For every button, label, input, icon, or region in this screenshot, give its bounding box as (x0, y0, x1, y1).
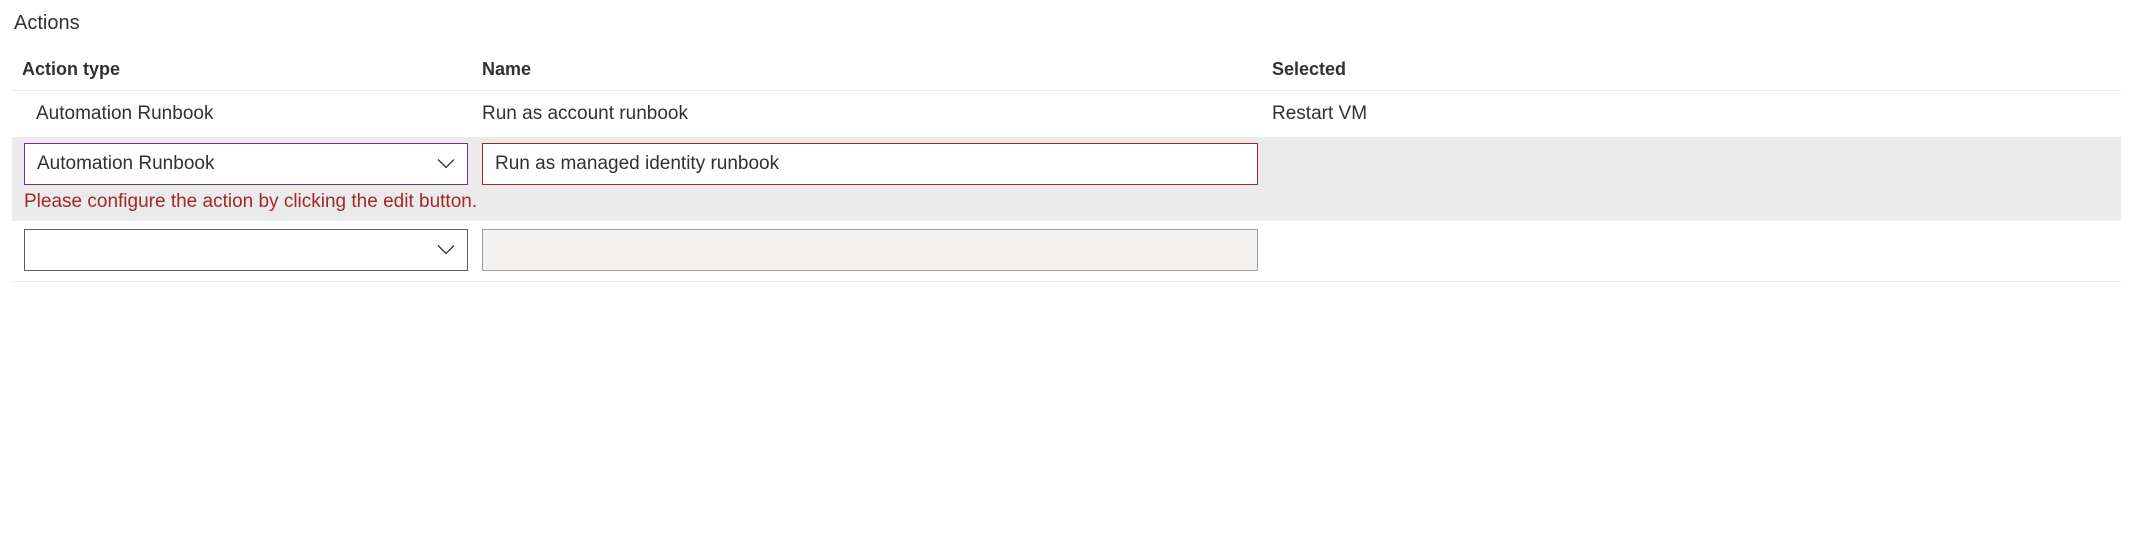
section-title: Actions (14, 12, 2121, 35)
cell-selected: Restart VM (1272, 103, 2121, 125)
table-row: Automation Runbook Run as account runboo… (12, 91, 2121, 137)
chevron-down-icon (437, 245, 455, 256)
name-value: Run as managed identity runbook (495, 153, 779, 175)
action-type-value: Automation Runbook (37, 153, 214, 175)
name-input-disabled (482, 229, 1258, 271)
cell-name: Run as account runbook (482, 103, 1272, 125)
action-type-dropdown[interactable]: Automation Runbook (24, 143, 468, 185)
name-input[interactable]: Run as managed identity runbook (482, 143, 1258, 185)
header-selected: Selected (1272, 59, 2121, 80)
table-row-editing: Automation Runbook Run as managed identi… (12, 137, 2121, 221)
actions-table: Action type Name Selected Automation Run… (12, 49, 2121, 282)
header-name: Name (482, 59, 1272, 80)
table-row-empty (12, 221, 2121, 282)
header-action-type: Action type (22, 59, 482, 80)
action-type-dropdown-empty[interactable] (24, 229, 468, 271)
cell-action-type: Automation Runbook (36, 103, 482, 125)
chevron-down-icon (437, 159, 455, 170)
table-header-row: Action type Name Selected (12, 49, 2121, 91)
error-message: Please configure the action by clicking … (12, 185, 2121, 213)
